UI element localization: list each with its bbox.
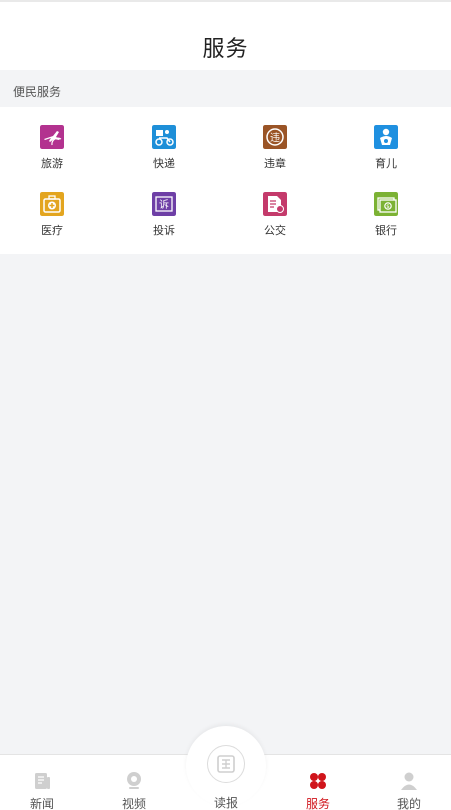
service-item-violation[interactable]: 违 违章 xyxy=(235,125,315,171)
service-item-medical[interactable]: 医疗 xyxy=(12,192,92,238)
top-bar: 服务 xyxy=(0,0,451,70)
complaint-icon: 诉 xyxy=(152,192,176,216)
service-item-travel[interactable]: 旅游 xyxy=(12,125,92,171)
svg-text:违: 违 xyxy=(270,132,280,144)
svg-text:诉: 诉 xyxy=(159,198,169,211)
bank-money-icon: $ xyxy=(374,192,398,216)
delivery-bike-icon xyxy=(152,125,176,149)
tab-services[interactable]: 服务 xyxy=(278,755,358,810)
tab-news[interactable]: 新闻 xyxy=(2,755,82,810)
service-item-express[interactable]: 快递 xyxy=(124,125,204,171)
newspaper-icon xyxy=(217,755,235,773)
tab-label: 服务 xyxy=(305,797,330,810)
baby-icon xyxy=(374,125,398,149)
services-grid: 旅游 快递 违 违章 育儿 医疗 诉 投诉 公交 $ 银行 xyxy=(0,107,451,254)
service-label: 快递 xyxy=(153,157,175,170)
service-label: 投诉 xyxy=(153,224,175,237)
bus-card-icon xyxy=(263,192,287,216)
service-label: 银行 xyxy=(375,224,397,237)
status-bar-edge xyxy=(0,0,451,2)
tab-label: 视频 xyxy=(121,797,146,810)
section-label: 便民服务 xyxy=(13,85,62,99)
service-label: 公交 xyxy=(264,224,286,237)
service-item-bank[interactable]: $ 银行 xyxy=(346,192,426,238)
user-icon xyxy=(401,772,417,790)
tab-label: 新闻 xyxy=(29,797,54,810)
service-item-bus[interactable]: 公交 xyxy=(235,192,315,238)
tab-label: 我的 xyxy=(396,797,421,810)
service-label: 违章 xyxy=(264,157,286,170)
medical-kit-icon xyxy=(40,192,64,216)
video-icon xyxy=(127,772,141,789)
violation-icon: 违 xyxy=(263,125,287,149)
service-label: 育儿 xyxy=(375,157,397,170)
plane-icon xyxy=(40,125,64,149)
service-item-parenting[interactable]: 育儿 xyxy=(346,125,426,171)
page-title: 服务 xyxy=(202,37,249,62)
tab-label-read-paper: 读报 xyxy=(213,796,238,810)
tab-mine[interactable]: 我的 xyxy=(369,755,449,810)
service-label: 医疗 xyxy=(41,224,63,237)
tab-video[interactable]: 视频 xyxy=(94,755,174,810)
services-icon xyxy=(310,773,326,789)
svg-text:$: $ xyxy=(386,204,390,210)
service-label: 旅游 xyxy=(41,157,63,170)
service-item-complaint[interactable]: 诉 投诉 xyxy=(124,192,204,238)
news-icon xyxy=(35,773,50,789)
